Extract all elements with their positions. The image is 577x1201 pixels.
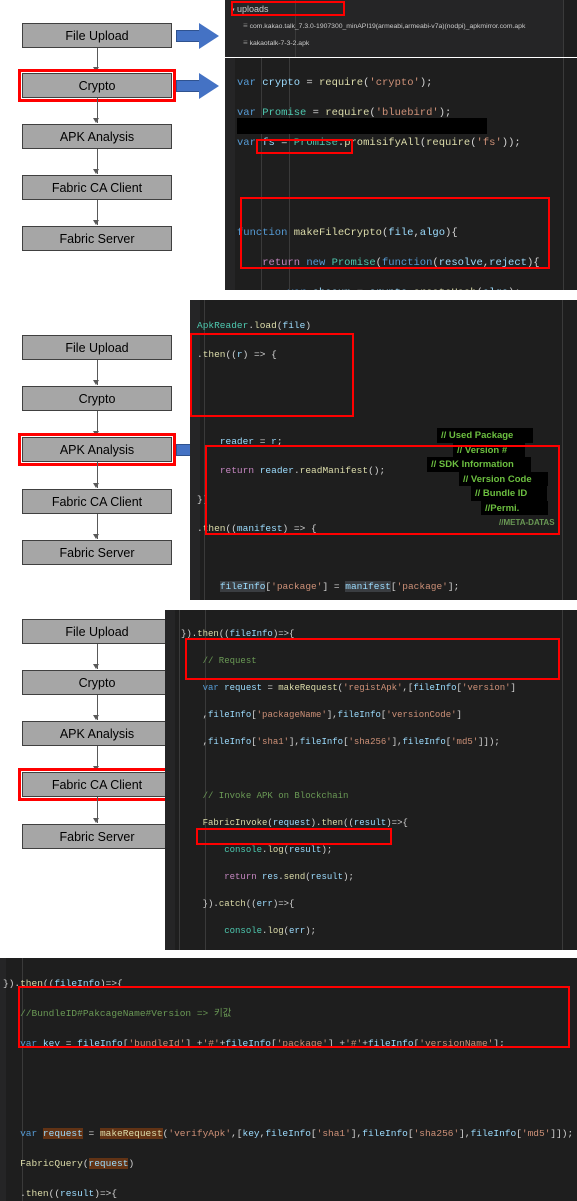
flow-arrowhead (93, 715, 99, 720)
editor-scrollbar[interactable] (563, 0, 577, 57)
flow-arrowhead (93, 67, 99, 72)
flow-arrowhead (93, 169, 99, 174)
annotation-text: // Version Code (463, 473, 532, 485)
flow-arrowhead (93, 818, 99, 823)
flow-node-label: Fabric Server (59, 545, 135, 560)
tree-root-label: uploads (237, 4, 269, 14)
flow-node-label: Crypto (78, 675, 116, 690)
flow-node-fabric-ca-client[interactable]: Fabric CA Client (22, 175, 172, 200)
flow-arrowhead (93, 431, 99, 436)
flow-arrowhead (93, 118, 99, 123)
flow-node-label: File Upload (65, 624, 129, 639)
flow-node-apk-analysis[interactable]: APK Analysis (22, 721, 172, 746)
flow-node-label: Fabric Server (59, 829, 135, 844)
flow-arrowhead (93, 483, 99, 488)
flow-node-label: Fabric CA Client (51, 777, 143, 792)
flow-node-crypto[interactable]: Crypto (22, 670, 172, 695)
flow-arrowhead (93, 220, 99, 225)
flow-arrowhead (93, 664, 99, 669)
annotation-version: // Version # (453, 443, 525, 457)
redaction-block (237, 118, 487, 134)
code-panel-fabric-ca-client[interactable]: }).then((fileInfo)=>{ // Request var req… (165, 610, 577, 950)
code-panel-crypto[interactable]: var crypto = require('crypto'); var Prom… (225, 58, 577, 290)
editor-scrollbar[interactable] (563, 58, 577, 290)
flow-arrowhead (93, 380, 99, 385)
annotation-text: //META-DATAS (499, 517, 555, 527)
flow-node-file-upload[interactable]: File Upload (22, 23, 172, 48)
file-icon: ≡ (243, 38, 248, 47)
chevron-down-icon[interactable]: ▾ (231, 6, 235, 14)
tree-file-row[interactable]: ≡ com.kakao.talk_7.3.0-1907300_minAPI19(… (243, 21, 525, 30)
editor-gutter (225, 58, 235, 290)
editor-gutter (165, 610, 175, 950)
section-fabric-ca-client: File Upload Crypto APK Analysis Fabric C… (0, 610, 577, 950)
annotation-bundle-id: // Bundle ID (471, 486, 547, 501)
annotation-text: // Version # (457, 444, 508, 456)
tree-root-row[interactable]: ▾ uploads (231, 4, 269, 14)
flow-node-label: Fabric CA Client (51, 494, 143, 509)
flow-node-apk-analysis[interactable]: APK Analysis (22, 124, 172, 149)
flow-arrowhead (93, 534, 99, 539)
flow-node-label: File Upload (65, 340, 129, 355)
flow-arrowhead (93, 766, 99, 771)
flow-node-fabric-server[interactable]: Fabric Server (22, 540, 172, 565)
pointer-arrow-icon (176, 23, 220, 49)
annotation-used-package: // Used Package (437, 428, 533, 443)
flow-node-label: Crypto (78, 391, 116, 406)
section-fabric-query: }).then((fileInfo)=>{ //BundleID#Pakcage… (0, 958, 577, 1201)
annotation-meta-datas: //META-DATAS (495, 515, 577, 529)
flow-node-label: Fabric CA Client (51, 180, 143, 195)
flow-node-crypto[interactable]: Crypto (18, 69, 176, 102)
pointer-arrow-icon (176, 73, 220, 99)
flow-node-fabric-server[interactable]: Fabric Server (22, 824, 172, 849)
flow-node-label: APK Analysis (59, 726, 135, 741)
tree-file-label: kakaotalk-7-3-2.apk (249, 40, 310, 47)
file-icon: ≡ (243, 21, 248, 30)
code-panel-apk-analysis[interactable]: ApkReader.load(file) .then((r) => { read… (190, 300, 577, 600)
section-crypto: File Upload Crypto APK Analysis Fabric C… (0, 0, 577, 290)
annotation-version-code: // Version Code (459, 472, 548, 486)
flow-node-label: Crypto (78, 78, 116, 93)
flow-node-fabric-ca-client[interactable]: Fabric CA Client (18, 768, 176, 801)
flow-node-label: Fabric Server (59, 231, 135, 246)
annotation-text: //Permi. (485, 502, 520, 514)
flow-node-apk-analysis[interactable]: APK Analysis (18, 433, 176, 466)
flow-node-fabric-server[interactable]: Fabric Server (22, 226, 172, 251)
flow-node-fabric-ca-client[interactable]: Fabric CA Client (22, 489, 172, 514)
flow-node-label: File Upload (65, 28, 129, 43)
annotation-permissions: //Permi. (481, 501, 548, 515)
annotation-text: // Used Package (441, 430, 514, 441)
flow-node-crypto[interactable]: Crypto (22, 386, 172, 411)
tree-file-row[interactable]: ≡ kakaotalk-7-3-2.apk (243, 38, 309, 47)
section-apk-analysis: File Upload Crypto APK Analysis Fabric C… (0, 300, 577, 600)
file-explorer[interactable]: ▾ uploads ≡ com.kakao.talk_7.3.0-1907300… (225, 0, 563, 57)
tree-file-label: com.kakao.talk_7.3.0-1907300_minAPI19(ar… (249, 23, 526, 30)
flow-node-label: APK Analysis (59, 442, 135, 457)
code-panel-fabric-query[interactable]: }).then((fileInfo)=>{ //BundleID#Pakcage… (0, 958, 577, 1201)
annotation-sdk-information: // SDK Information (427, 457, 531, 472)
flow-node-file-upload[interactable]: File Upload (22, 619, 172, 644)
flow-node-label: APK Analysis (59, 129, 135, 144)
annotation-text: // Bundle ID (475, 488, 528, 499)
flow-node-file-upload[interactable]: File Upload (22, 335, 172, 360)
annotation-text: // SDK Information (431, 459, 514, 470)
